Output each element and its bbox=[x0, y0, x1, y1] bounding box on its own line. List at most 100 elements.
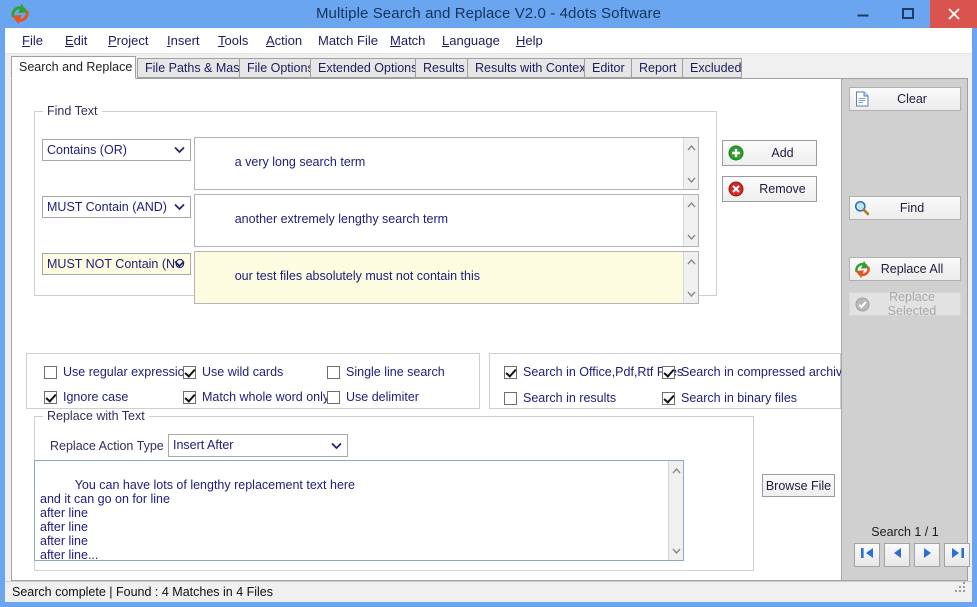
replace-all-button-label: Replace All bbox=[874, 262, 960, 276]
menu-insert[interactable]: Insert bbox=[160, 28, 207, 54]
tab-results[interactable]: Results bbox=[415, 58, 468, 78]
menu-help[interactable]: Help bbox=[509, 28, 550, 54]
checkbox-ignore-case[interactable]: Ignore case bbox=[44, 389, 128, 405]
checkbox-use-wild-cards[interactable]: Use wild cards bbox=[183, 364, 283, 380]
checkbox-single-line-search[interactable]: Single line search bbox=[327, 364, 445, 380]
tab-results-with-context[interactable]: Results with Context bbox=[467, 58, 585, 78]
plus-circle-green-icon bbox=[723, 145, 749, 161]
scrollbar-find-2[interactable] bbox=[683, 195, 698, 246]
scroll-up-icon[interactable] bbox=[684, 254, 699, 269]
checkbox-box[interactable] bbox=[44, 391, 57, 404]
replace-text-input[interactable]: You can have lots of lengthy replacement… bbox=[34, 460, 684, 561]
menu-match-file[interactable]: Match File bbox=[311, 28, 385, 54]
checkbox-search-in-compressed-archives[interactable]: Search in compressed archives bbox=[662, 364, 855, 380]
replace-action-type-combo[interactable]: Insert After bbox=[168, 434, 348, 457]
tab-report[interactable]: Report bbox=[631, 58, 683, 78]
tab-strip: Search and Replace File Paths & Masks Fi… bbox=[11, 56, 968, 78]
maximize-button[interactable] bbox=[885, 0, 930, 28]
tab-file-paths-masks[interactable]: File Paths & Masks bbox=[137, 58, 240, 78]
checkbox-box[interactable] bbox=[183, 391, 196, 404]
menu-action[interactable]: Action bbox=[259, 28, 309, 54]
minimize-button[interactable] bbox=[840, 0, 885, 28]
checkbox-use-delimiter[interactable]: Use delimiter bbox=[327, 389, 419, 405]
browse-file-button-label: Browse File bbox=[763, 479, 834, 493]
tab-extended-options[interactable]: Extended Options bbox=[310, 58, 416, 78]
tab-search-and-replace[interactable]: Search and Replace bbox=[11, 56, 136, 79]
menu-language[interactable]: Language bbox=[435, 28, 507, 54]
find-text-input-2[interactable]: another extremely lengthy search term bbox=[194, 194, 699, 247]
nav-prev-button[interactable] bbox=[884, 543, 910, 567]
tab-file-options[interactable]: File Options bbox=[239, 58, 311, 78]
find-button-label: Find bbox=[874, 201, 960, 215]
find-text-input-3[interactable]: our test files absolutely must not conta… bbox=[194, 251, 699, 304]
replace-text-value: You can have lots of lengthy replacement… bbox=[40, 478, 355, 561]
status-text: Search complete | Found : 4 Matches in 4… bbox=[12, 582, 273, 603]
checkbox-box[interactable] bbox=[662, 366, 675, 379]
checkbox-box[interactable] bbox=[327, 391, 340, 404]
tab-editor[interactable]: Editor bbox=[584, 58, 632, 78]
scroll-down-icon[interactable] bbox=[684, 229, 699, 244]
scrollbar-find-1[interactable] bbox=[683, 138, 698, 189]
menu-tools[interactable]: Tools bbox=[211, 28, 255, 54]
menu-edit[interactable]: Edit bbox=[58, 28, 94, 54]
replace-selected-button[interactable]: Replace Selected bbox=[849, 292, 961, 316]
checkbox-label: Match whole word only bbox=[202, 390, 329, 404]
browse-file-button[interactable]: Browse File bbox=[762, 474, 835, 497]
checkbox-box[interactable] bbox=[44, 366, 57, 379]
scroll-up-icon[interactable] bbox=[669, 463, 684, 478]
scroll-up-icon[interactable] bbox=[684, 197, 699, 212]
menu-file[interactable]: File bbox=[15, 28, 50, 54]
resize-grip-icon[interactable] bbox=[954, 581, 968, 600]
clear-button-label: Clear bbox=[874, 92, 960, 106]
scrollbar-replace-text[interactable] bbox=[668, 461, 683, 560]
scroll-down-icon[interactable] bbox=[684, 286, 699, 301]
menu-project[interactable]: Project bbox=[101, 28, 155, 54]
tab-excluded[interactable]: Excluded bbox=[682, 58, 742, 78]
checkbox-label: Single line search bbox=[346, 365, 445, 379]
menu-match[interactable]: Match bbox=[383, 28, 432, 54]
nav-first-icon bbox=[860, 546, 875, 565]
find-condition-value-1: Contains (OR) bbox=[47, 143, 127, 157]
scroll-down-icon[interactable] bbox=[684, 172, 699, 187]
find-condition-combo-3[interactable]: MUST NOT Contain (NO bbox=[42, 253, 191, 275]
find-button[interactable]: Find bbox=[849, 196, 961, 220]
close-button[interactable] bbox=[930, 0, 977, 28]
add-button-label: Add bbox=[749, 146, 816, 160]
menu-bar: File Edit Project Insert Tools Action Ma… bbox=[5, 28, 972, 54]
clear-button[interactable]: Clear bbox=[849, 87, 961, 111]
checkbox-box[interactable] bbox=[327, 366, 340, 379]
replace-arrows-icon bbox=[850, 261, 874, 278]
checkbox-box[interactable] bbox=[504, 366, 517, 379]
checkbox-use-regular-expression[interactable]: Use regular expression bbox=[44, 364, 192, 380]
checkbox-box[interactable] bbox=[183, 366, 196, 379]
document-clear-icon bbox=[850, 91, 874, 107]
scroll-up-icon[interactable] bbox=[684, 140, 699, 155]
checkbox-box[interactable] bbox=[504, 392, 517, 405]
remove-button[interactable]: Remove bbox=[722, 176, 817, 202]
scroll-down-icon[interactable] bbox=[669, 543, 684, 558]
replace-all-button[interactable]: Replace All bbox=[849, 257, 961, 281]
checkbox-match-whole-word-only[interactable]: Match whole word only bbox=[183, 389, 329, 405]
replace-action-type-value: Insert After bbox=[173, 438, 233, 452]
nav-prev-icon bbox=[890, 546, 905, 565]
nav-last-icon bbox=[950, 546, 965, 565]
find-condition-value-2: MUST Contain (AND) bbox=[47, 200, 167, 214]
add-button[interactable]: Add bbox=[722, 140, 817, 166]
find-condition-value-3: MUST NOT Contain (NO bbox=[47, 257, 185, 271]
checkbox-search-in-office-pdf-rtf-files[interactable]: Search in Office,Pdf,Rtf Files bbox=[504, 364, 683, 380]
nav-first-button[interactable] bbox=[854, 543, 880, 567]
checkbox-label: Search in binary files bbox=[681, 391, 797, 405]
checkbox-box[interactable] bbox=[662, 392, 675, 405]
find-text-input-1[interactable]: a very long search term bbox=[194, 137, 699, 190]
nav-last-button[interactable] bbox=[944, 543, 970, 567]
replace-selected-button-label: Replace Selected bbox=[874, 290, 960, 318]
find-condition-combo-2[interactable]: MUST Contain (AND) bbox=[42, 196, 191, 218]
find-condition-combo-1[interactable]: Contains (OR) bbox=[42, 139, 191, 161]
nav-next-icon bbox=[920, 546, 935, 565]
find-text-value-2: another extremely lengthy search term bbox=[235, 212, 448, 226]
checkbox-search-in-results[interactable]: Search in results bbox=[504, 390, 616, 406]
nav-next-button[interactable] bbox=[914, 543, 940, 567]
checkbox-search-in-binary-files[interactable]: Search in binary files bbox=[662, 390, 797, 406]
scrollbar-find-3[interactable] bbox=[683, 252, 698, 303]
tab-page-search-and-replace: Find Text Contains (OR) a very long sear… bbox=[11, 78, 968, 581]
